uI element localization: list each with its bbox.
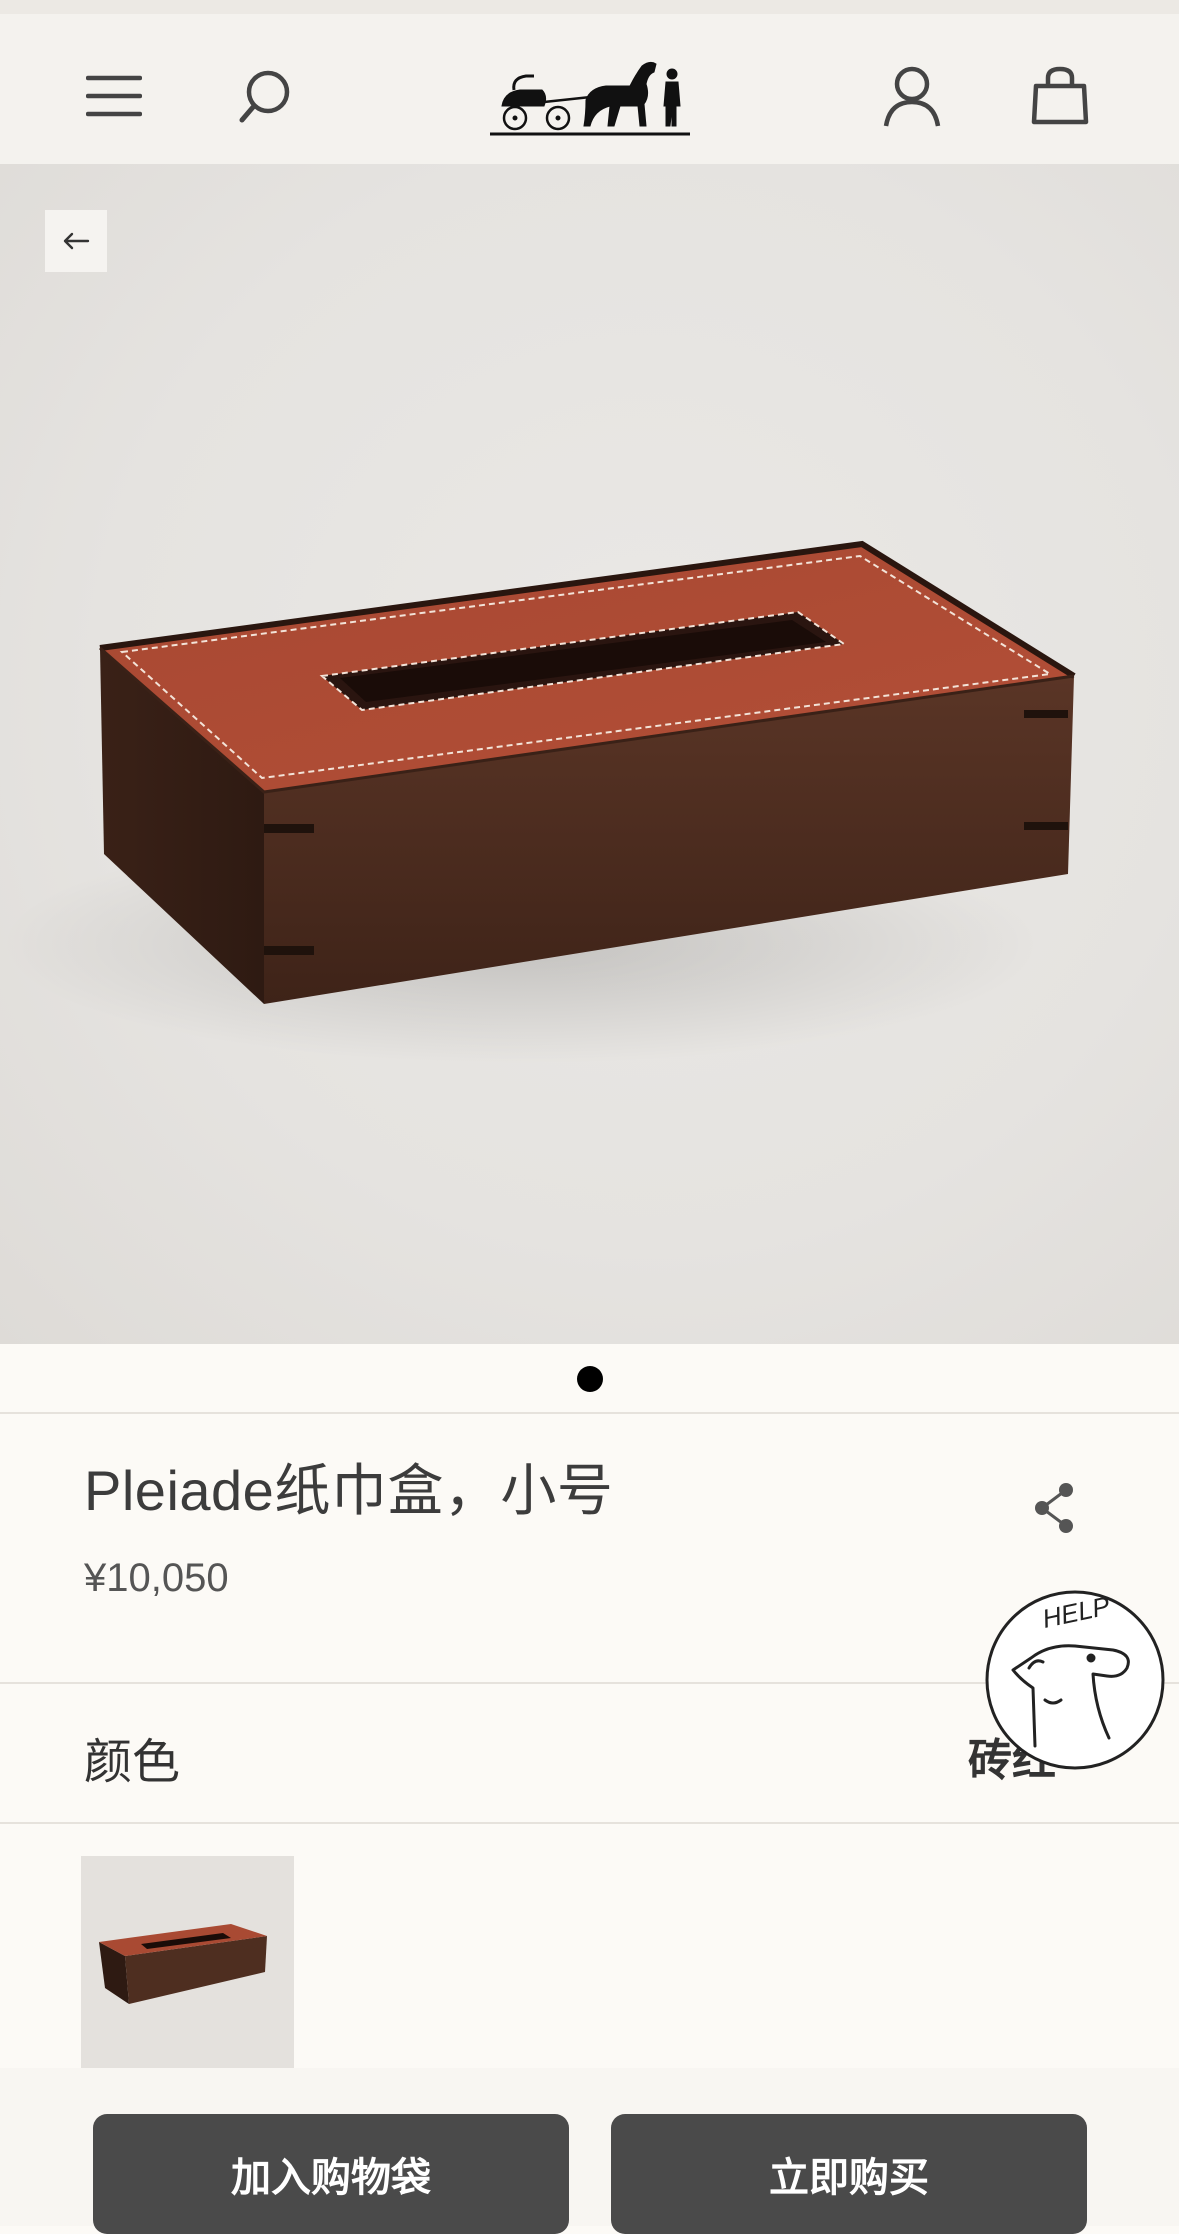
share-icon[interactable]: [1020, 1478, 1088, 1538]
gallery-page-indicator: [0, 1344, 1179, 1414]
color-swatch-thumbnail[interactable]: [81, 1856, 294, 2068]
page-dot-active[interactable]: [576, 1366, 603, 1392]
back-button[interactable]: [45, 210, 107, 272]
product-image-gallery[interactable]: [0, 164, 1179, 1344]
arrow-left-icon: [63, 232, 90, 250]
top-navigation-bar: [0, 14, 1179, 164]
tissue-box-image: [0, 540, 1076, 1064]
search-icon[interactable]: [226, 56, 306, 136]
color-section-label: 颜色: [84, 1736, 181, 1789]
hamburger-menu-icon[interactable]: [74, 56, 154, 136]
buy-now-button[interactable]: 立即购买: [611, 2114, 1087, 2234]
add-to-bag-button[interactable]: 加入购物袋: [93, 2114, 569, 2234]
product-price: ¥10,050: [84, 1556, 229, 1600]
product-title: Pleiade纸巾盒，小号: [84, 1459, 614, 1522]
divider: [0, 1822, 1179, 1824]
help-button[interactable]: HELP: [983, 1588, 1167, 1772]
user-icon[interactable]: [872, 56, 952, 136]
divider: [0, 1412, 1179, 1414]
tissue-box-thumbnail-image: [99, 1924, 267, 2004]
status-strip: [0, 0, 1179, 14]
horse-carriage-logo[interactable]: [490, 44, 690, 144]
shopping-bag-icon[interactable]: [1020, 56, 1100, 136]
